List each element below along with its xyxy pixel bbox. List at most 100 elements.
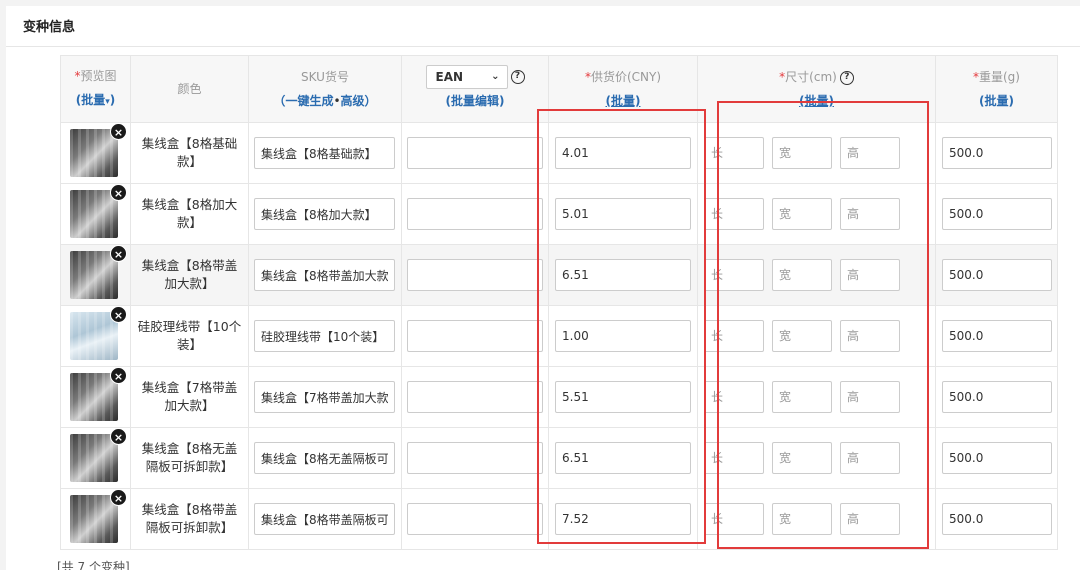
variants-table: *预览图 (批量▾) 颜色 SKU货号 （一键生成•高级） EAN ⌄? (批量编…: [60, 55, 1058, 550]
ean-input[interactable]: [407, 198, 543, 230]
length-input[interactable]: [704, 137, 764, 169]
close-icon[interactable]: ×: [110, 306, 127, 323]
length-input[interactable]: [704, 198, 764, 230]
weight-input[interactable]: [942, 320, 1052, 352]
width-input[interactable]: [772, 137, 832, 169]
sku-input[interactable]: [254, 503, 395, 535]
sku-input[interactable]: [254, 320, 395, 352]
close-icon[interactable]: ×: [110, 245, 127, 262]
sku-input[interactable]: [254, 381, 395, 413]
variant-thumbnail[interactable]: ×: [70, 184, 127, 238]
variant-thumbnail[interactable]: ×: [70, 123, 127, 177]
size-batch-link[interactable]: (批量): [799, 94, 834, 108]
close-icon[interactable]: ×: [110, 489, 127, 506]
weight-batch-link[interactable]: (批量): [979, 94, 1014, 108]
price-cell: [548, 488, 698, 550]
price-input[interactable]: [555, 381, 691, 413]
table-row: × 集线盒【8格无盖 隔板可拆卸款】: [60, 427, 1058, 489]
width-input[interactable]: [772, 259, 832, 291]
width-input[interactable]: [772, 381, 832, 413]
ean-type-select[interactable]: EAN ⌄: [425, 65, 508, 90]
sku-input[interactable]: [254, 137, 395, 169]
ean-input[interactable]: [407, 442, 543, 474]
sku-input[interactable]: [254, 198, 395, 230]
table-row: × 集线盒【8格加大 款】: [60, 183, 1058, 245]
height-input[interactable]: [840, 137, 900, 169]
weight-input[interactable]: [942, 442, 1052, 474]
variant-thumbnail[interactable]: ×: [70, 489, 127, 543]
divider: [6, 46, 1080, 47]
sku-input[interactable]: [254, 259, 395, 291]
ean-input[interactable]: [407, 503, 543, 535]
ean-input[interactable]: [407, 259, 543, 291]
price-input[interactable]: [555, 198, 691, 230]
close-icon[interactable]: ×: [110, 367, 127, 384]
price-input[interactable]: [555, 442, 691, 474]
close-icon[interactable]: ×: [110, 123, 127, 140]
preview-cell: ×: [60, 244, 131, 306]
height-input[interactable]: [840, 259, 900, 291]
advanced-link[interactable]: 高级: [341, 94, 365, 108]
variant-thumbnail[interactable]: ×: [70, 367, 127, 421]
table-row: × 集线盒【7格带盖 加大款】: [60, 366, 1058, 428]
ean-cell: [401, 244, 549, 306]
price-input[interactable]: [555, 137, 691, 169]
sku-cell: [248, 488, 402, 550]
length-input[interactable]: [704, 320, 764, 352]
height-input[interactable]: [840, 442, 900, 474]
ean-input[interactable]: [407, 137, 543, 169]
ean-cell: [401, 122, 549, 184]
panel-title: 变种信息: [23, 20, 76, 35]
weight-cell: [935, 244, 1058, 306]
weight-input[interactable]: [942, 198, 1052, 230]
size-cell: [697, 122, 936, 184]
price-input[interactable]: [555, 320, 691, 352]
weight-cell: [935, 122, 1058, 184]
color-cell: 集线盒【8格带盖 加大款】: [130, 244, 249, 306]
weight-input[interactable]: [942, 259, 1052, 291]
length-input[interactable]: [704, 442, 764, 474]
price-input[interactable]: [555, 503, 691, 535]
width-input[interactable]: [772, 320, 832, 352]
height-input[interactable]: [840, 503, 900, 535]
close-icon[interactable]: ×: [110, 184, 127, 201]
variant-thumbnail[interactable]: ×: [70, 245, 127, 299]
size-cell: [697, 427, 936, 489]
length-input[interactable]: [704, 259, 764, 291]
question-circle-icon[interactable]: ?: [510, 70, 525, 85]
preview-batch-link[interactable]: 批量: [81, 93, 105, 107]
height-input[interactable]: [840, 381, 900, 413]
question-circle-icon[interactable]: ?: [839, 70, 854, 85]
price-cell: [548, 427, 698, 489]
width-input[interactable]: [772, 198, 832, 230]
height-input[interactable]: [840, 320, 900, 352]
table-row: × 集线盒【8格带盖 加大款】: [60, 244, 1058, 306]
color-cell: 集线盒【8格加大 款】: [130, 183, 249, 245]
variant-thumbnail[interactable]: ×: [70, 428, 127, 482]
length-input[interactable]: [704, 381, 764, 413]
one-click-generate-link[interactable]: 一键生成: [285, 94, 333, 108]
ean-input[interactable]: [407, 320, 543, 352]
width-input[interactable]: [772, 442, 832, 474]
ean-batch-edit-link[interactable]: (批量编辑): [446, 94, 505, 108]
height-input[interactable]: [840, 198, 900, 230]
header-preview-label: 预览图: [80, 69, 117, 83]
weight-input[interactable]: [942, 137, 1052, 169]
weight-input[interactable]: [942, 381, 1052, 413]
color-cell: 集线盒【8格基础 款】: [130, 122, 249, 184]
close-icon[interactable]: ×: [110, 428, 127, 445]
price-batch-link[interactable]: (批量): [606, 94, 641, 108]
width-input[interactable]: [772, 503, 832, 535]
color-cell: 硅胶理线带【10个 装】: [130, 305, 249, 367]
sku-input[interactable]: [254, 442, 395, 474]
ean-input[interactable]: [407, 381, 543, 413]
price-cell: [548, 366, 698, 428]
price-input[interactable]: [555, 259, 691, 291]
length-input[interactable]: [704, 503, 764, 535]
ean-cell: [401, 488, 549, 550]
weight-input[interactable]: [942, 503, 1052, 535]
header-price-label: 供货价(CNY): [590, 70, 662, 84]
chevron-down-icon: ⌄: [491, 71, 500, 83]
variant-thumbnail[interactable]: ×: [70, 306, 127, 360]
ean-cell: [401, 427, 549, 489]
